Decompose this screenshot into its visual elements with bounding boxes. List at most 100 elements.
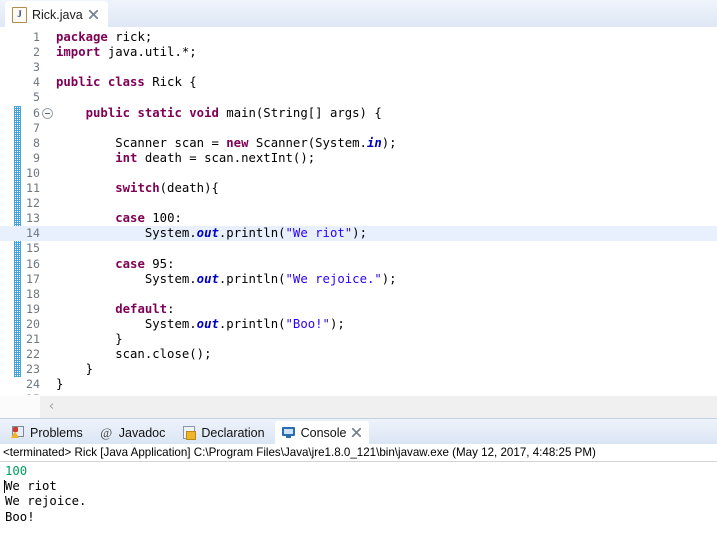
line-number: 23 [26,362,40,377]
javadoc-icon: @ [100,425,113,440]
code-lines[interactable]: 1 package rick; 2 import java.util.*; 3 4 publ… [0,27,717,396]
line-number: 7 [33,120,40,135]
tab-declaration[interactable]: Declaration [175,421,270,444]
editor-tab-rick-java[interactable]: J Rick.java [6,2,107,27]
java-file-icon: J [12,6,27,23]
code-line[interactable]: 22 scan.close(); [0,347,717,362]
code-line[interactable]: 15 [0,241,717,256]
editor-tab-bar: J Rick.java [0,0,717,28]
code-line[interactable]: 21 } [0,332,717,347]
line-number: 19 [26,301,40,316]
code-text: case 95: [115,256,175,271]
code-text: Scanner scan = new Scanner(System.in); [56,135,397,150]
tab-label: Problems [30,425,83,440]
console-output-line: 100 [5,464,28,478]
tab-label: Console [300,425,347,440]
close-icon[interactable] [351,427,363,439]
console-icon [281,425,296,440]
line-number: 18 [26,286,40,301]
line-number: 9 [33,150,40,165]
code-line[interactable]: 16 case 95: [0,257,717,272]
code-text: case 100: [115,211,182,226]
tab-console[interactable]: Console [274,421,370,444]
console-output[interactable]: 100 We riot We rejoice. Boo! [0,462,717,548]
line-number: 17 [26,271,40,286]
line-number: 20 [26,316,40,331]
code-line[interactable]: 17 System.out.println("We rejoice."); [0,272,717,287]
code-line[interactable]: 23 } [0,362,717,377]
line-number: 2 [33,45,40,60]
scroll-left-icon[interactable]: ‹ [45,400,58,413]
code-line[interactable]: 12 [0,196,717,211]
code-text: System.out.println("Boo!"); [56,316,345,331]
console-tab-bar: Problems @ Javadoc Declaration Console [0,419,717,445]
console-panel: Problems @ Javadoc Declaration Console <term… [0,418,717,548]
code-text: package rick; [56,30,153,44]
code-line[interactable]: 11 switch(death){ [0,181,717,196]
console-output-line: We riot [4,479,57,494]
console-output-line: Boo! [5,509,35,524]
declaration-icon [181,425,197,440]
tab-label: Javadoc [118,425,166,440]
line-number: 15 [26,241,40,256]
code-line[interactable]: 8 Scanner scan = new Scanner(System.in); [0,136,717,151]
line-number: 13 [26,211,40,226]
line-number: 11 [26,181,40,195]
code-line[interactable]: 6 public static void main(String[] args)… [0,106,717,121]
code-editor[interactable]: 1 package rick; 2 import java.util.*; 3 4 publ… [0,27,717,418]
line-number: 4 [33,75,40,90]
line-number: 10 [26,165,40,180]
code-line[interactable]: 1 package rick; [0,30,717,45]
code-line[interactable]: 10 [0,166,717,181]
code-text: public static void main(String[] args) { [85,105,382,120]
code-text: } [56,362,94,377]
editor-tab-label: Rick.java [32,7,83,22]
line-number: 22 [26,347,40,362]
tab-problems[interactable]: Problems [4,421,89,444]
line-number: 6 [33,105,40,120]
fold-collapse-icon[interactable] [42,107,53,119]
line-number: 8 [33,135,40,150]
line-number: 24 [26,377,40,392]
problems-icon [10,425,25,440]
code-line[interactable]: 3 [0,60,717,75]
editor-horizontal-scrollbar[interactable]: ‹ [0,395,717,418]
code-line[interactable]: 5 [0,90,717,105]
code-line[interactable]: 13 case 100: [0,211,717,226]
tab-javadoc[interactable]: @ Javadoc [93,421,172,444]
line-number: 1 [33,30,40,44]
code-line[interactable]: 24} [0,377,717,392]
code-text: public class Rick { [56,75,197,90]
line-number: 21 [26,332,40,346]
tab-label: Declaration [201,425,265,440]
code-line[interactable]: 9 int death = scan.nextInt(); [0,151,717,166]
line-number: 3 [33,60,40,75]
code-text: import java.util.*; [56,45,197,60]
code-line[interactable]: 2 import java.util.*; [0,45,717,60]
code-text: int death = scan.nextInt(); [115,150,316,165]
code-text: default: [115,301,175,316]
warning-icon [11,431,19,438]
close-icon[interactable] [88,9,100,21]
code-text: } [56,332,123,346]
code-line[interactable]: 18 [0,287,717,302]
code-text: } [56,377,64,392]
code-line[interactable]: 4 public class Rick { [0,75,717,90]
code-line[interactable]: 14 System.out.println("We riot"); [0,226,717,242]
scrollbar-left-cap [0,396,40,418]
text-caret [4,480,5,494]
code-line[interactable]: 7 [0,121,717,136]
line-number: 14 [26,226,40,241]
console-launch-status: <terminated> Rick [Java Application] C:\… [0,444,717,462]
console-output-line: We rejoice. [5,494,87,509]
code-text: System.out.println("We riot"); [56,226,367,241]
line-number: 5 [33,90,40,105]
code-line[interactable]: 19 default: [0,302,717,317]
code-text: scan.close(); [56,347,212,362]
code-text: System.out.println("We rejoice."); [56,271,397,286]
line-number: 16 [26,256,40,271]
editor-panel: J Rick.java 1 package rick; 2 import java.u… [0,0,717,418]
code-line[interactable]: 20 System.out.println("Boo!"); [0,317,717,332]
line-number: 12 [26,196,40,211]
eclipse-ide-window: J Rick.java 1 package rick; 2 import java.u… [0,0,717,548]
